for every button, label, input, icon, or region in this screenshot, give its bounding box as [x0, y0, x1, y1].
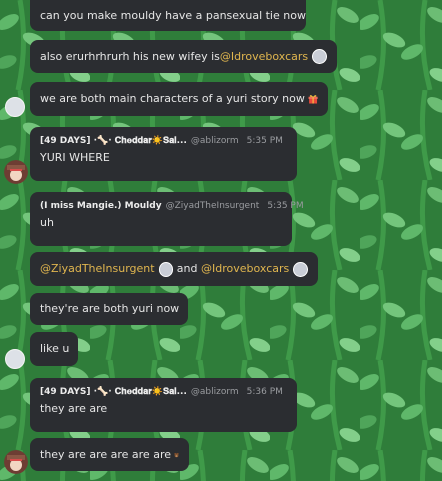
message-text: and [173, 262, 202, 275]
message-handle: @ablizorm [190, 136, 239, 146]
message-text: like u [40, 342, 70, 355]
message-bubble[interactable]: we are both main characters of a yuri st… [30, 82, 328, 116]
message-bubble[interactable]: @ZiyadTheInsurgent and @Idroveboxcars [30, 252, 318, 286]
message-bubble[interactable]: can you make mouldy have a pansexual tie… [30, 0, 306, 31]
message-bubble[interactable]: also erurhrhrurh his new wifey is @Idrov… [30, 40, 337, 73]
message-text: also erurhrhrurh his new wifey is [40, 49, 220, 63]
message-timestamp: 5:35 PM [267, 201, 304, 211]
message-timestamp: 5:35 PM [246, 136, 283, 146]
message-bubble[interactable]: they're are both yuri now [30, 293, 188, 325]
message-bubble[interactable]: they are are are are are [30, 438, 189, 471]
message-timestamp: 5:36 PM [246, 387, 283, 397]
message-bubble[interactable]: [49 DAYS] ·🦴· 𝐂𝐡𝐞𝐝𝐝𝐚𝐫☀️𝐒𝐚𝐥... @ablizorm … [30, 378, 297, 432]
message-handle: @ZiyadTheInsurgent [165, 201, 260, 211]
message-text: we are both main characters of a yuri st… [40, 92, 305, 105]
message-text: can you make mouldy have a pansexual tie… [40, 8, 306, 22]
mention-avatar-icon [312, 49, 327, 64]
message-text: uh [40, 216, 54, 229]
hat-character-avatar[interactable] [4, 450, 28, 474]
message-text: they are are [40, 402, 108, 415]
message-author[interactable]: [49 DAYS] ·🦴· 𝐂𝐡𝐞𝐝𝐝𝐚𝐫☀️𝐒𝐚𝐥... [40, 386, 187, 398]
user-mention[interactable]: @Idroveboxcars [220, 50, 308, 64]
message-text: they are are are are are [40, 447, 171, 461]
message-bubble[interactable]: (I miss Mangie.) Mouldy @ZiyadTheInsurge… [30, 192, 304, 246]
ghost-avatar[interactable] [5, 97, 25, 117]
bear-emoji-icon [174, 452, 179, 457]
message-bubble[interactable]: [49 DAYS] ·🦴· 𝐂𝐡𝐞𝐝𝐝𝐚𝐫☀️𝐒𝐚𝐥... @ablizorm … [30, 127, 297, 181]
message-text: they're are both yuri now [40, 302, 180, 315]
message-bubble[interactable]: like u [30, 332, 78, 366]
mention-avatar-icon [293, 261, 308, 277]
message-handle: @ablizorm [190, 387, 239, 397]
ghost-avatar[interactable] [5, 349, 25, 369]
user-mention[interactable]: @ZiyadTheInsurgent [40, 262, 155, 276]
message-author[interactable]: [49 DAYS] ·🦴· 𝐂𝐡𝐞𝐝𝐝𝐚𝐫☀️𝐒𝐚𝐥... [40, 135, 187, 147]
gift-emoji-icon [308, 95, 318, 104]
hat-character-avatar[interactable] [4, 160, 28, 184]
mention-avatar-icon [158, 261, 174, 277]
user-mention[interactable]: @Idroveboxcars [201, 262, 289, 276]
message-text: YURI WHERE [40, 151, 110, 164]
message-author[interactable]: (I miss Mangie.) Mouldy [40, 200, 162, 212]
